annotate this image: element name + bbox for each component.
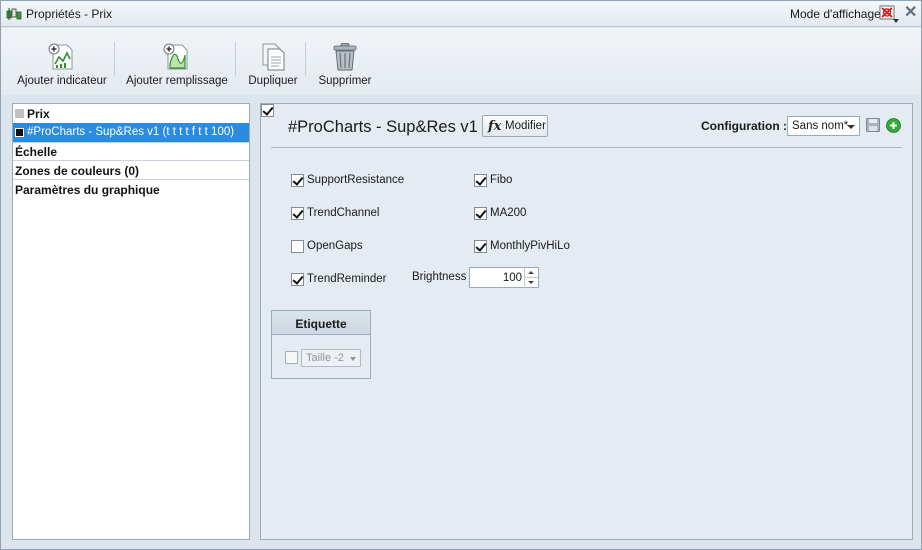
tree-item-color-zones[interactable]: Zones de couleurs (0) <box>13 161 249 180</box>
open-gaps-checkbox[interactable] <box>291 240 304 253</box>
add-fill-button[interactable]: Ajouter remplissage <box>123 28 231 94</box>
trash-icon <box>333 43 357 71</box>
fibo-checkbox[interactable] <box>474 174 487 187</box>
tree-item-procharts[interactable]: #ProCharts - Sup&Res v1 (t t t t f t t 1… <box>13 123 249 142</box>
modify-button[interactable]: fx Modifier <box>482 115 548 137</box>
close-icon[interactable]: ✕ <box>904 5 918 21</box>
add-indicator-button[interactable]: Ajouter indicateur <box>13 28 111 94</box>
title-bar: Propriétés - Prix Mode d'affichage ✕ <box>1 1 921 27</box>
display-mode-icon[interactable] <box>878 4 900 24</box>
toolbar-divider <box>305 42 306 76</box>
toolbar-divider <box>114 42 115 76</box>
tree-item-label: Prix <box>27 107 50 121</box>
chart-candles-icon <box>6 8 22 20</box>
brightness-input[interactable]: 100 <box>469 267 539 288</box>
delete-button[interactable]: Supprimer <box>314 28 376 94</box>
properties-tree: Prix #ProCharts - Sup&Res v1 (t t t t f … <box>12 103 250 540</box>
label-size-value: Taille -2 <box>306 352 344 364</box>
label-group: Etiquette Taille -2 <box>271 310 371 379</box>
add-fill-icon <box>163 43 188 70</box>
add-fill-label: Ajouter remplissage <box>126 75 228 87</box>
indicator-settings-panel: #ProCharts - Sup&Res v1 fx Modifier Conf… <box>260 103 913 540</box>
tree-item-prix[interactable]: Prix <box>13 104 249 123</box>
tree-item-echelle[interactable]: Échelle <box>13 142 249 161</box>
save-icon[interactable] <box>866 118 880 132</box>
brightness-label: Brightness <box>412 271 467 283</box>
properties-window: Propriétés - Prix Mode d'affichage ✕ Ajo… <box>0 0 922 550</box>
duplicate-label: Dupliquer <box>248 75 298 87</box>
configuration-select[interactable]: Sans nom* <box>787 116 860 136</box>
option-label: TrendReminder <box>307 273 387 285</box>
brightness-value: 100 <box>502 272 522 284</box>
delete-label: Supprimer <box>318 75 372 87</box>
spin-down-icon[interactable] <box>524 278 538 288</box>
color-swatch <box>15 109 24 118</box>
window-title: Propriétés - Prix <box>26 7 113 21</box>
label-size-select[interactable]: Taille -2 <box>301 349 361 367</box>
indicator-visible-checkbox[interactable] <box>261 104 274 117</box>
trend-channel-checkbox[interactable] <box>291 207 304 220</box>
trend-reminder-checkbox[interactable] <box>291 273 304 286</box>
support-resistance-checkbox[interactable] <box>291 174 304 187</box>
option-label: SupportResistance <box>307 174 405 186</box>
chevron-down-icon <box>847 125 855 129</box>
add-icon[interactable] <box>886 118 901 133</box>
configuration-label: Configuration : <box>701 119 787 133</box>
chevron-down-icon <box>350 357 356 361</box>
option-label: Fibo <box>490 174 513 186</box>
label-group-title: Etiquette <box>295 317 347 331</box>
monthly-piv-hilo-checkbox[interactable] <box>474 240 487 253</box>
configuration-value: Sans nom* <box>792 120 849 132</box>
toolbar: Ajouter indicateur Ajouter remplissage D… <box>1 28 921 95</box>
display-mode-label: Mode d'affichage <box>790 7 881 21</box>
tree-item-label: Zones de couleurs (0) <box>15 164 140 178</box>
label-enabled-checkbox[interactable] <box>285 351 298 364</box>
toolbar-divider <box>235 42 236 76</box>
duplicate-icon <box>262 43 285 71</box>
tree-item-chart-settings[interactable]: Paramètres du graphique <box>13 180 249 199</box>
modify-label: Modifier <box>505 120 546 132</box>
tree-item-label: Paramètres du graphique <box>15 183 160 197</box>
tree-item-label: Échelle <box>15 145 58 159</box>
function-icon: fx <box>488 119 502 134</box>
option-label: OpenGaps <box>307 240 363 252</box>
option-label: TrendChannel <box>307 207 380 219</box>
label-group-header: Etiquette <box>272 311 370 335</box>
add-indicator-icon <box>48 43 73 70</box>
header-divider <box>271 147 902 148</box>
option-label: MonthlyPivHiLo <box>490 240 570 252</box>
ma200-checkbox[interactable] <box>474 207 487 220</box>
indicator-title: #ProCharts - Sup&Res v1 <box>288 118 478 136</box>
tree-item-label: #ProCharts - Sup&Res v1 (t t t t f t t 1… <box>27 126 235 138</box>
add-indicator-label: Ajouter indicateur <box>17 75 107 87</box>
color-swatch <box>15 128 24 137</box>
duplicate-button[interactable]: Dupliquer <box>244 28 302 94</box>
spin-up-icon[interactable] <box>524 268 538 278</box>
option-label: MA200 <box>490 207 527 219</box>
